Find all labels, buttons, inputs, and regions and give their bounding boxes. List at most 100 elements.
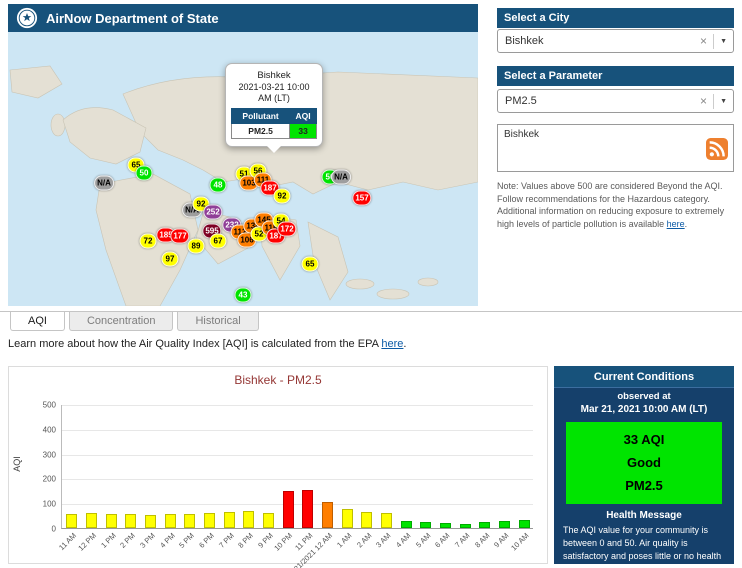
city-clear-icon[interactable]: ×: [694, 34, 713, 48]
gridline: [62, 429, 533, 431]
chart-bar[interactable]: [184, 514, 196, 528]
chart-bar[interactable]: [86, 513, 97, 528]
chart-bar[interactable]: [440, 523, 451, 528]
parameter-clear-icon[interactable]: ×: [694, 94, 713, 108]
map-popup: Bishkek 2021-03-21 10:00 AM (LT) Polluta…: [225, 63, 323, 152]
x-axis-label: 4 PM: [157, 531, 177, 550]
parameter-select-value: PM2.5: [505, 95, 537, 107]
aqi-map-marker[interactable]: 65: [301, 256, 319, 272]
aqi-map-marker[interactable]: N/A: [331, 169, 351, 185]
parameter-select[interactable]: PM2.5 × ▼: [497, 89, 734, 113]
map-canvas[interactable]: Bishkek 2021-03-21 10:00 AM (LT) Polluta…: [8, 32, 478, 306]
aqi-category: Good: [627, 454, 661, 470]
aqi-map-marker[interactable]: 97: [161, 251, 179, 267]
chart-bar[interactable]: [479, 522, 491, 528]
chart-bar[interactable]: [243, 511, 255, 528]
feed-city-label: Bishkek: [504, 129, 540, 140]
chart-bar[interactable]: [361, 512, 373, 528]
chart-bar[interactable]: [204, 513, 215, 528]
aqi-map-marker[interactable]: 177: [170, 228, 190, 244]
x-axis-label: 9 AM: [492, 531, 511, 550]
airnow-page: AirNow Department of State Bishkek 2021-…: [0, 0, 742, 568]
feed-box: Bishkek: [497, 124, 734, 172]
aqi-map-marker[interactable]: 72: [139, 233, 157, 249]
y-axis-tick: 0: [51, 524, 56, 534]
aqi-summary-box: 33 AQI Good PM2.5: [566, 422, 722, 505]
y-axis-tick: 400: [42, 425, 56, 435]
chart-bar[interactable]: [499, 521, 510, 528]
x-axis-label: 7 AM: [453, 531, 472, 550]
chart-bar[interactable]: [263, 513, 274, 528]
current-conditions-title: Current Conditions: [554, 366, 734, 388]
state-dept-seal-icon: [16, 7, 38, 29]
city-select[interactable]: Bishkek × ▼: [497, 29, 734, 53]
chart-bar[interactable]: [223, 512, 235, 528]
y-axis-tick: 500: [42, 400, 56, 410]
x-axis-label: 10 PM: [272, 531, 295, 553]
chart-bar[interactable]: [66, 514, 78, 528]
x-axis-label: 5 PM: [177, 531, 197, 550]
aqi-map-marker[interactable]: 43: [234, 287, 252, 303]
popup-aqi-value: 33: [289, 122, 317, 139]
parameter-dropdown-arrow-icon[interactable]: ▼: [714, 98, 733, 105]
app-title: AirNow Department of State: [46, 10, 219, 26]
learn-more-text: Learn more about how the Air Quality Ind…: [8, 338, 406, 350]
tab-strip: AQI Concentration Historical: [0, 311, 742, 331]
chart-bar[interactable]: [145, 515, 156, 528]
note-text: Note: Values above 500 are considered Be…: [497, 181, 725, 229]
y-axis-label: AQI: [12, 456, 22, 472]
tab-aqi[interactable]: AQI: [10, 312, 65, 331]
learn-more-prefix: Learn more about how the Air Quality Ind…: [8, 338, 382, 350]
chart-bar[interactable]: [381, 513, 392, 528]
aqi-value-line: 33 AQI: [623, 432, 665, 447]
chart-bar[interactable]: [164, 514, 176, 528]
chart-bar[interactable]: [341, 509, 353, 528]
current-conditions-panel: Current Conditions observed at Mar 21, 2…: [554, 366, 734, 568]
chart-bar[interactable]: [400, 521, 412, 528]
popup-pollutant: PM2.5: [230, 122, 291, 139]
aqi-pollutant: PM2.5: [625, 477, 663, 493]
aqi-map-marker[interactable]: 172: [277, 221, 297, 237]
x-axis-label: 11 AM: [57, 531, 79, 553]
aqi-map-marker[interactable]: 157: [352, 190, 372, 206]
aqi-map-marker[interactable]: 67: [209, 233, 227, 249]
x-axis-label: 1 PM: [98, 531, 118, 550]
x-axis-label: 3 AM: [374, 531, 393, 550]
observed-at-label: observed at: [617, 391, 671, 402]
chart-plot: 0 100 200 300 400 500 11 AM 12 PM 1 PM 2 PM 3 PM 4 …: [43, 401, 533, 568]
chart-bar[interactable]: [420, 522, 432, 528]
x-axis-label: 5 AM: [413, 531, 433, 550]
aqi-map-marker[interactable]: 50: [135, 165, 153, 181]
chart-bar[interactable]: [459, 524, 471, 528]
x-axis-label: 6 PM: [197, 531, 216, 550]
aqi-map-marker[interactable]: 252: [203, 204, 223, 220]
x-axis-label: 2 PM: [118, 531, 138, 550]
city-select-value: Bishkek: [505, 35, 544, 47]
select-city-header: Select a City: [497, 8, 734, 28]
aqi-map-marker[interactable]: 89: [187, 238, 205, 254]
chart-bar[interactable]: [125, 514, 137, 528]
app-header: AirNow Department of State: [8, 4, 478, 32]
learn-more-link[interactable]: here: [381, 338, 403, 350]
city-dropdown-arrow-icon[interactable]: ▼: [714, 38, 733, 45]
health-message-title: Health Message: [606, 510, 682, 522]
chart-bar[interactable]: [282, 491, 294, 528]
aqi-map-marker[interactable]: 48: [209, 177, 227, 193]
rss-icon[interactable]: [706, 138, 728, 160]
popup-city: Bishkek: [257, 70, 291, 81]
y-axis-tick: 300: [42, 450, 56, 460]
chart-bar[interactable]: [518, 520, 530, 528]
select-parameter-header: Select a Parameter: [497, 66, 734, 86]
chart-panel: Bishkek - PM2.5 AQI 0 100 200 300 400 500 11 A…: [8, 366, 548, 568]
x-axis-label: 4 AM: [394, 531, 413, 550]
aqi-map-marker[interactable]: N/A: [94, 175, 114, 191]
y-axis-tick: 100: [42, 499, 56, 509]
aqi-map-marker[interactable]: 92: [273, 188, 291, 204]
tab-historical[interactable]: Historical: [177, 312, 259, 331]
chart-bar[interactable]: [322, 502, 333, 528]
chart-bar[interactable]: [105, 514, 117, 528]
note-link[interactable]: here: [667, 219, 685, 229]
x-axis-label: 12 PM: [76, 531, 98, 553]
chart-bar[interactable]: [302, 490, 314, 528]
tab-concentration[interactable]: Concentration: [68, 312, 174, 331]
